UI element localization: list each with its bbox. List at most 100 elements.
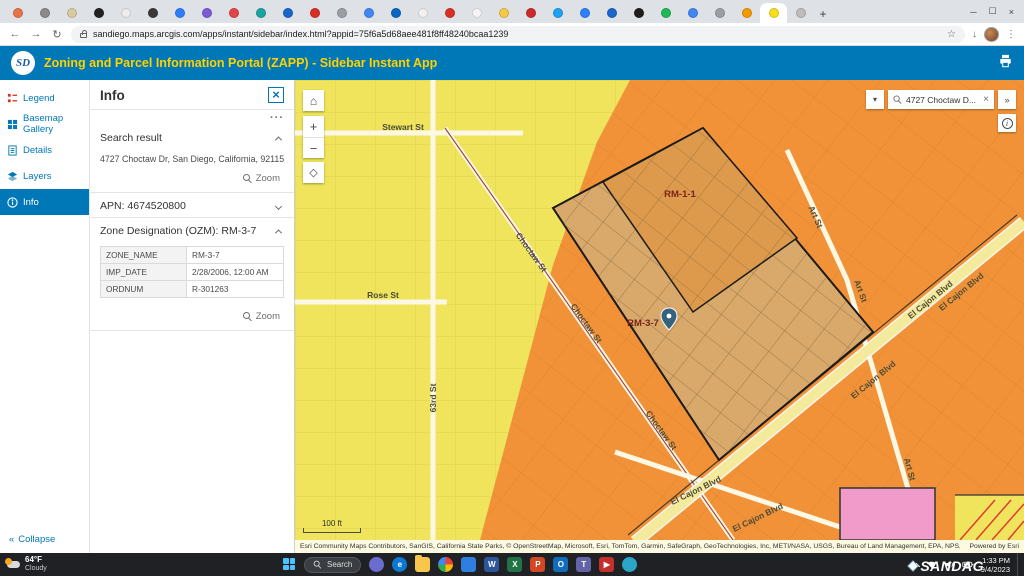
new-tab-button[interactable]: + — [814, 5, 832, 23]
attr-value: R-301263 — [187, 281, 284, 298]
browser-menu-icon[interactable]: ⋮ — [1006, 29, 1016, 40]
browser-tab[interactable] — [58, 3, 85, 23]
browser-tab[interactable] — [4, 3, 31, 23]
browser-tab[interactable] — [598, 3, 625, 23]
taskbar-icon-edge[interactable]: e — [392, 557, 407, 572]
browser-tab[interactable] — [760, 3, 787, 23]
search-source-dropdown[interactable]: ▾ — [866, 90, 884, 109]
lock-icon — [80, 33, 87, 38]
window-controls: ─ ☐ × — [970, 0, 1020, 23]
locate-button[interactable]: ◇ — [303, 162, 324, 183]
sidebar-item-layers[interactable]: Layers — [0, 163, 89, 189]
tab-favicon — [364, 8, 374, 18]
bookmark-star-icon[interactable]: ☆ — [947, 29, 956, 40]
sidebar-item-legend[interactable]: Legend — [0, 85, 89, 111]
start-button[interactable] — [283, 558, 296, 571]
browser-tab[interactable] — [355, 3, 382, 23]
sidebar-item-details[interactable]: Details — [0, 137, 89, 163]
zoom-to-result-link[interactable]: Zoom — [90, 166, 294, 192]
browser-tab[interactable] — [679, 3, 706, 23]
taskbar-icon-media-player[interactable]: ▶ — [599, 557, 614, 572]
browser-tab[interactable] — [463, 3, 490, 23]
close-panel-icon[interactable]: × — [268, 87, 284, 103]
tab-favicon — [418, 8, 428, 18]
taskbar-icon-powerpoint[interactable]: P — [530, 557, 545, 572]
browser-tab[interactable] — [625, 3, 652, 23]
zoom-to-zone-link[interactable]: Zoom — [90, 304, 294, 330]
browser-tab[interactable] — [112, 3, 139, 23]
zoom-label: Zoom — [256, 311, 280, 322]
taskbar-icon-word[interactable]: W — [484, 557, 499, 572]
refresh-icon[interactable]: ↻ — [50, 28, 64, 41]
browser-tab[interactable] — [706, 3, 733, 23]
browser-tab[interactable] — [193, 3, 220, 23]
browser-tab[interactable] — [85, 3, 112, 23]
taskbar-icon-excel[interactable]: X — [507, 557, 522, 572]
sidebar-item-basemap-gallery[interactable]: Basemap Gallery — [0, 111, 89, 137]
expand-search-button[interactable]: » — [998, 90, 1016, 109]
section-search-result[interactable]: Search result — [90, 125, 294, 149]
taskbar-search[interactable]: Search — [304, 557, 361, 573]
tab-favicon — [715, 8, 725, 18]
profile-avatar[interactable] — [984, 27, 999, 42]
browser-tab[interactable] — [139, 3, 166, 23]
browser-tab[interactable] — [220, 3, 247, 23]
download-icon[interactable]: ↓ — [972, 29, 977, 40]
zoom-in-button[interactable]: + — [303, 116, 324, 137]
minimize-icon[interactable]: ─ — [970, 7, 976, 17]
close-window-icon[interactable]: × — [1009, 7, 1014, 17]
browser-tab[interactable] — [517, 3, 544, 23]
taskbar-weather-widget[interactable]: 64°F Cloudy — [0, 556, 120, 572]
collapse-label: Collapse — [18, 534, 55, 545]
browser-tab[interactable] — [490, 3, 517, 23]
taskbar-icon-outlook[interactable]: O — [553, 557, 568, 572]
browser-tab[interactable] — [166, 3, 193, 23]
browser-tab[interactable] — [247, 3, 274, 23]
browser-tab[interactable] — [436, 3, 463, 23]
page-title: Zoning and Parcel Information Portal (ZA… — [44, 56, 437, 70]
browser-tab[interactable] — [31, 3, 58, 23]
section-apn[interactable]: APN: 4674520800 — [90, 193, 294, 217]
taskbar-icon-teams[interactable]: T — [576, 557, 591, 572]
browser-tab[interactable] — [409, 3, 436, 23]
back-icon[interactable]: ← — [8, 28, 22, 40]
map-info-button[interactable]: i — [998, 114, 1016, 132]
sidebar-item-info[interactable]: Info — [0, 189, 89, 215]
show-desktop-button[interactable] — [1017, 553, 1019, 576]
taskbar-icon-copilot[interactable] — [369, 557, 384, 572]
app-header: SD Zoning and Parcel Information Portal … — [0, 46, 1024, 80]
taskbar-icon-store[interactable] — [461, 557, 476, 572]
taskbar-icon-chrome[interactable] — [438, 557, 453, 572]
browser-tab[interactable] — [382, 3, 409, 23]
map-canvas[interactable]: Stewart StRose St63rd StChoctaw StChocta… — [295, 80, 1024, 540]
attr-key: ZONE_NAME — [101, 247, 187, 264]
browser-tab[interactable] — [301, 3, 328, 23]
url-text[interactable]: sandiego.maps.arcgis.com/apps/instant/si… — [93, 29, 941, 39]
street-label: Stewart St — [382, 122, 424, 132]
map-search-input[interactable]: 4727 Choctaw D... × — [888, 90, 994, 109]
taskbar-icon-settings[interactable] — [622, 557, 637, 572]
map-container[interactable]: Stewart StRose St63rd StChoctaw StChocta… — [295, 80, 1024, 553]
url-bar[interactable]: sandiego.maps.arcgis.com/apps/instant/si… — [71, 26, 965, 43]
clear-search-icon[interactable]: × — [983, 94, 989, 105]
taskbar-icon-file-explorer[interactable] — [415, 557, 430, 572]
browser-tab[interactable] — [274, 3, 301, 23]
browser-tab[interactable] — [328, 3, 355, 23]
browser-tab[interactable] — [544, 3, 571, 23]
home-button[interactable]: ⌂ — [303, 90, 324, 111]
section-zone-designation[interactable]: Zone Designation (OZM): RM-3-7 — [90, 218, 294, 242]
zoom-out-button[interactable]: − — [303, 137, 324, 158]
browser-tab[interactable] — [787, 3, 814, 23]
browser-tab[interactable] — [733, 3, 760, 23]
browser-tab[interactable] — [571, 3, 598, 23]
browser-tab[interactable] — [652, 3, 679, 23]
tab-favicon — [40, 8, 50, 18]
maximize-icon[interactable]: ☐ — [989, 6, 997, 17]
panel-options-button[interactable]: ··· — [90, 110, 294, 125]
forward-icon[interactable]: → — [29, 28, 43, 40]
print-icon[interactable] — [998, 54, 1013, 73]
collapse-sidebar-button[interactable]: « Collapse — [9, 534, 55, 545]
weather-condition: Cloudy — [25, 565, 47, 573]
taskbar-clock[interactable]: 1:33 PM 9/4/2023 — [981, 556, 1010, 574]
taskbar: 64°F Cloudy Search e WXPOT ▶ 1:33 PM 9/4/2… — [0, 553, 1024, 576]
